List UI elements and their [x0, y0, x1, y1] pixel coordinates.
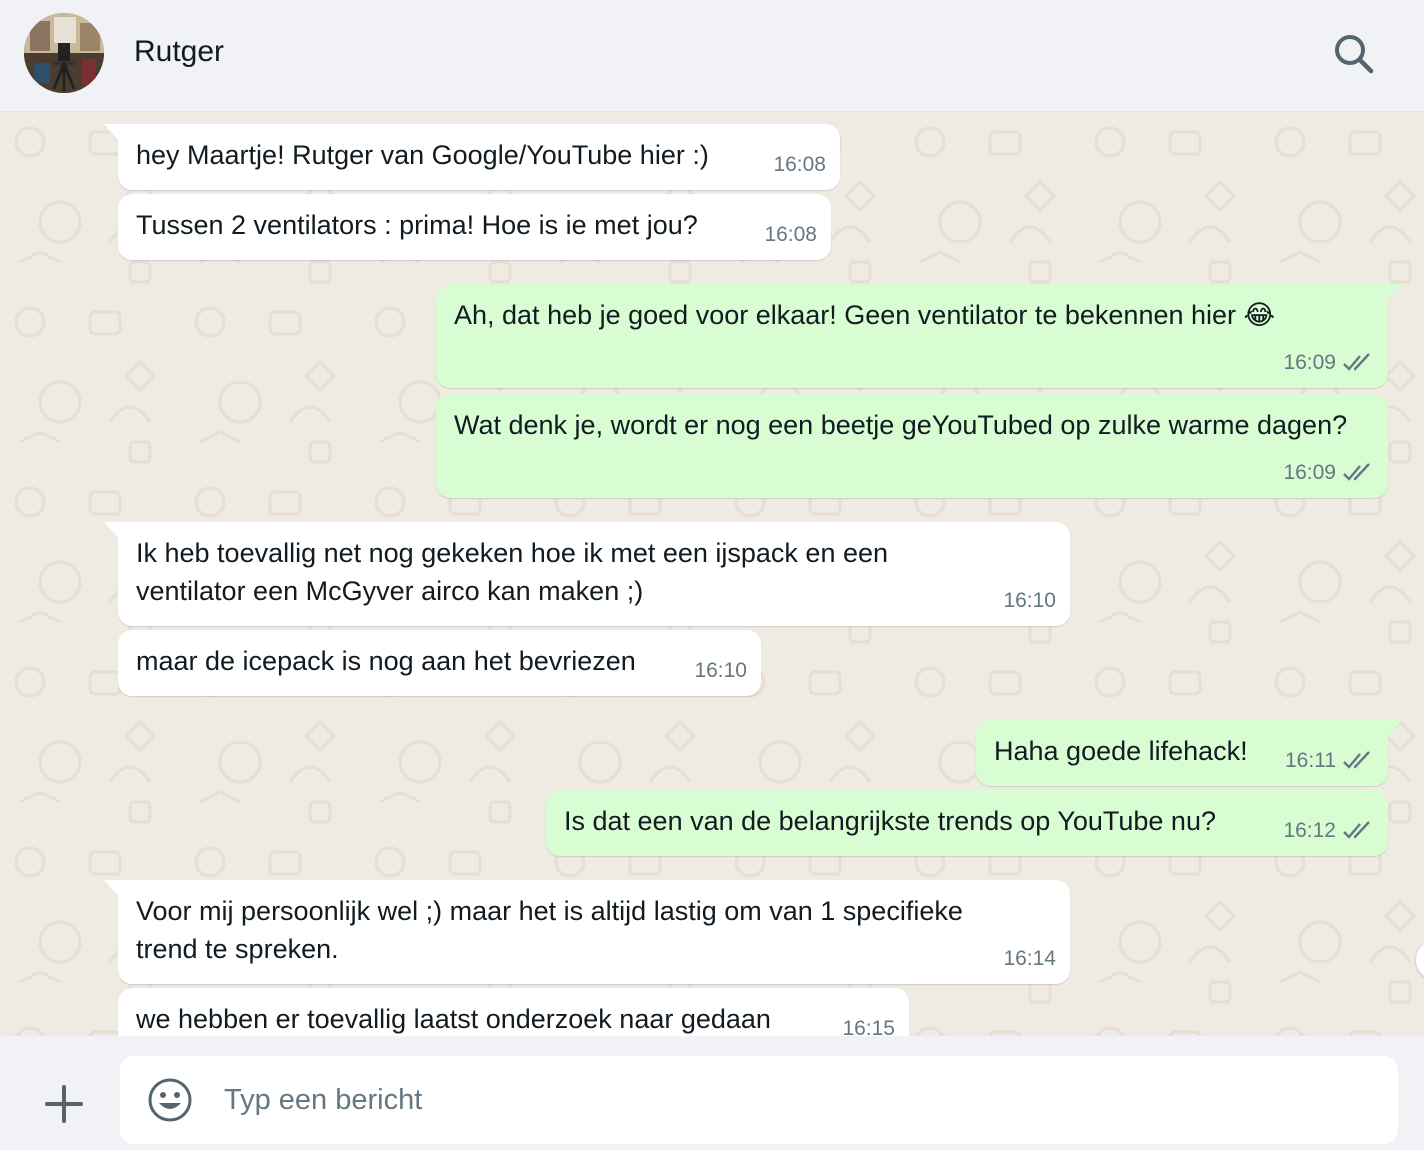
message-time: 16:15	[842, 1017, 895, 1036]
message-text: Ah, dat heb je goed voor elkaar! Geen ve…	[454, 300, 1276, 330]
message-meta: 16:11	[1285, 742, 1374, 780]
double-check-icon	[1343, 821, 1370, 839]
message-bubble-incoming[interactable]: Tussen 2 ventilators : prima! Hoe is ie …	[118, 194, 831, 260]
message-time: 16:10	[694, 659, 747, 682]
bubble-tail	[1386, 720, 1402, 738]
message-time: 16:09	[1283, 351, 1336, 374]
message-bubble-incoming[interactable]: Voor mij persoonlijk wel ;) maar het is …	[104, 880, 1070, 984]
message-text: Haha goede lifehack!	[994, 736, 1248, 766]
message-bubble-outgoing[interactable]: Wat denk je, wordt er nog een beetje geY…	[436, 394, 1388, 498]
message-bubble-outgoing[interactable]: Is dat een van de belangrijkste trends o…	[546, 790, 1388, 856]
message-text: hey Maartje! Rutger van Google/YouTube h…	[136, 140, 709, 170]
message-text: Voor mij persoonlijk wel ;) maar het is …	[136, 896, 963, 964]
message-time: 16:12	[1283, 819, 1336, 842]
message-time: 16:14	[1003, 947, 1056, 970]
message-meta: 16:14	[1003, 940, 1056, 978]
message-meta: 16:10	[1003, 582, 1056, 620]
message-meta: 16:10	[694, 652, 747, 690]
message-text: maar de icepack is nog aan het bevriezen	[136, 646, 636, 676]
bubble-tail	[104, 522, 120, 540]
message-time: 16:09	[1283, 461, 1336, 484]
message-time: 16:11	[1285, 749, 1336, 772]
message-meta: 16:12	[1283, 812, 1374, 850]
chat-window: Rutger hey Maartje! Rutger van Google/Yo…	[0, 0, 1424, 1150]
message-bubble-incoming[interactable]: we hebben er toevallig laatst onderzoek …	[118, 988, 909, 1036]
message-meta: 16:15	[842, 1010, 895, 1036]
contact-avatar[interactable]	[24, 13, 104, 93]
message-meta: 16:08	[773, 146, 826, 184]
contact-name[interactable]: Rutger	[134, 34, 224, 70]
message-bubble-outgoing[interactable]: Haha goede lifehack! 16:11	[976, 720, 1402, 786]
double-check-icon	[1343, 751, 1370, 769]
message-text: Tussen 2 ventilators : prima! Hoe is ie …	[136, 210, 698, 240]
avatar-photo	[24, 13, 104, 93]
message-text: Is dat een van de belangrijkste trends o…	[564, 806, 1216, 836]
message-text: Wat denk je, wordt er nog een beetje geY…	[454, 410, 1348, 440]
message-bubble-outgoing[interactable]: Ah, dat heb je goed voor elkaar! Geen ve…	[436, 284, 1402, 388]
bubble-tail	[1386, 284, 1402, 302]
emoji-icon[interactable]	[146, 1076, 194, 1124]
plus-icon[interactable]	[40, 1080, 88, 1128]
message-bubble-incoming[interactable]: hey Maartje! Rutger van Google/YouTube h…	[104, 124, 840, 190]
message-list[interactable]: hey Maartje! Rutger van Google/YouTube h…	[0, 112, 1424, 1036]
search-icon[interactable]	[1330, 30, 1378, 78]
message-time: 16:08	[764, 223, 817, 246]
message-meta: 16:08	[764, 216, 817, 254]
message-time: 16:08	[773, 153, 826, 176]
bubble-tail	[104, 124, 120, 142]
message-bubble-incoming[interactable]: Ik heb toevallig net nog gekeken hoe ik …	[104, 522, 1070, 626]
message-meta: 16:09	[1283, 344, 1374, 382]
message-meta: 16:09	[1283, 454, 1374, 492]
message-text: we hebben er toevallig laatst onderzoek …	[136, 1004, 771, 1034]
chat-header: Rutger	[0, 0, 1424, 112]
message-input[interactable]	[224, 1076, 1374, 1124]
message-text: Ik heb toevallig net nog gekeken hoe ik …	[136, 538, 889, 606]
double-check-icon	[1343, 353, 1370, 371]
message-time: 16:10	[1003, 589, 1056, 612]
double-check-icon	[1343, 463, 1370, 481]
message-bubble-incoming[interactable]: maar de icepack is nog aan het bevriezen…	[118, 630, 761, 696]
bubble-tail	[104, 880, 120, 898]
